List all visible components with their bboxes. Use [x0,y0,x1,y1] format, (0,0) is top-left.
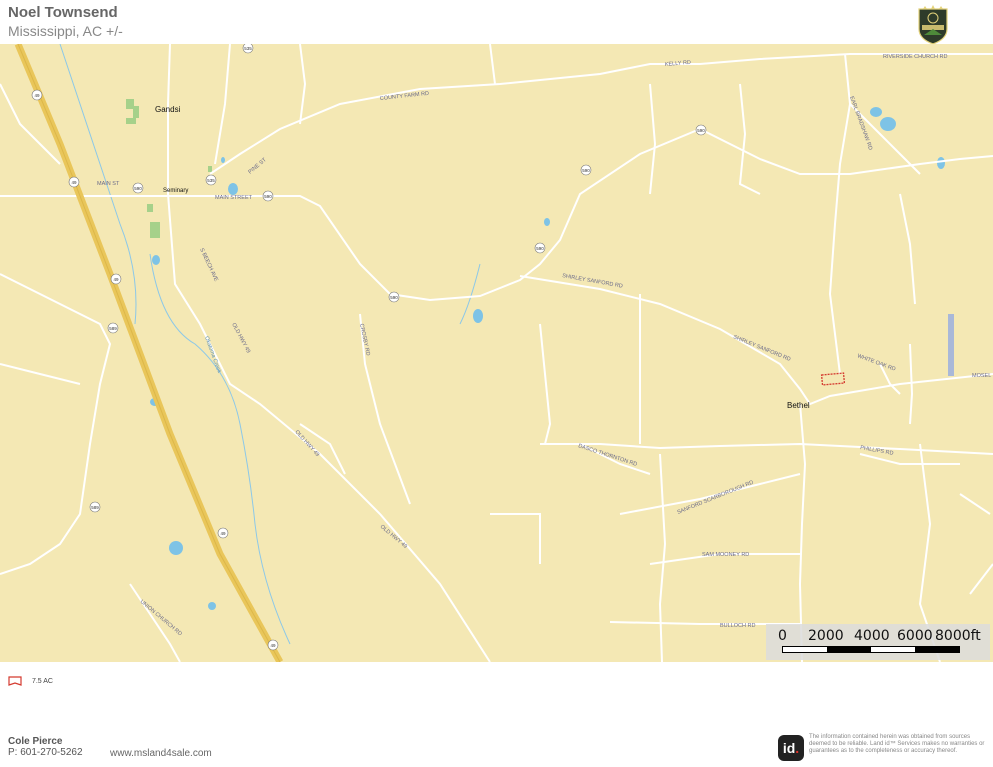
land-id-logo: id. [778,735,804,761]
road-label: WHITE OAK RD [856,353,896,372]
ms590-shield: 590 [132,182,144,194]
water-bodies [150,107,954,610]
svg-text:590: 590 [264,194,272,199]
parcel-boundary[interactable] [820,372,846,386]
road-label: MAIN STREET [215,195,253,201]
ms590-shield: 590 [534,242,546,254]
scale-bar: 0 2000 4000 6000 8000ft [766,624,990,660]
map-svg: 49 49 49 49 49 535 535 590 590 590 590 5… [0,44,993,662]
svg-text:589: 589 [91,505,99,510]
svg-text:590: 590 [134,186,142,191]
scale-segment [915,647,959,652]
website-link[interactable]: www.msland4sale.com [110,748,212,759]
svg-text:590: 590 [390,295,398,300]
ms590-shield: 590 [388,291,400,303]
us49-shield: 49 [31,89,43,101]
road-labels: COUNTY FARM RD MAIN ST MAIN STREET PINE … [97,54,948,637]
svg-text:49: 49 [71,180,77,185]
road-label: S BEECH AVE [198,247,219,282]
agent-phone: P: 601-270-5262 [8,747,83,758]
tree-shield-icon [918,5,948,45]
svg-text:590: 590 [536,246,544,251]
page-title: Noel Townsend [8,4,118,21]
place-label: Seminary [163,188,188,194]
place-label: Gandsi [155,105,181,114]
us49-shield: 49 [110,273,122,285]
scale-track [782,646,960,653]
map-canvas[interactable]: 49 49 49 49 49 535 535 590 590 590 590 5… [0,44,993,662]
land-id-logo-text: id [782,740,796,756]
streams [59,44,481,645]
page-subtitle: Mississippi, AC +/- [8,23,123,39]
svg-text:590: 590 [697,128,705,133]
scale-label: 0 [778,628,787,644]
svg-text:49: 49 [220,531,226,536]
agent-info: Cole Pierce P: 601-270-5262 [8,736,83,758]
svg-text:589: 589 [109,326,117,331]
place-labels: Gandsi Seminary Bethel MOSEL [155,105,991,410]
place-label: Bethel [787,401,810,410]
svg-text:535: 535 [207,178,215,183]
scale-label: 8000ft [935,628,981,644]
us49-shield: 49 [68,176,80,188]
road-label: KELLY RD [665,60,692,68]
scale-segment [827,647,871,652]
ms535-shield: 535 [242,44,254,54]
pearltree-logo [915,3,951,45]
ms535-shield: 535 [205,174,217,186]
scale-label: 4000 [854,628,890,644]
place-label: MOSEL [972,373,991,379]
road-label: RIVERSIDE CHURCH RD [883,54,948,60]
map-header: Noel Townsend Mississippi, AC +/- [8,4,123,40]
road-label: CROSBY RD [358,323,371,356]
agent-name: Cole Pierce [8,736,63,747]
parcel-outline-icon [8,676,22,686]
ms590-shield: 590 [695,124,707,136]
ms589-shield: 589 [89,501,101,513]
disclaimer: The information contained herein was obt… [809,734,985,754]
svg-text:535: 535 [244,46,252,51]
scale-label: 6000 [897,628,933,644]
ms590-shield: 590 [262,190,274,202]
svg-text:49: 49 [113,277,119,282]
svg-text:49: 49 [34,93,40,98]
legend: 7.5 AC [8,676,53,686]
us49-shield: 49 [217,527,229,539]
road-label: BULLOCH RD [720,623,755,629]
road-label: SHIRLEY SANFORD RD [732,334,791,363]
local-roads [0,44,993,662]
road-label: OLD HWY 49 [230,322,251,354]
us49-shield: 49 [267,639,279,651]
road-label: MAIN ST [97,181,120,187]
svg-text:49: 49 [270,643,276,648]
road-label: COUNTY FARM RD [380,91,430,102]
road-label: PINE ST [247,157,268,176]
scale-label: 2000 [808,628,844,644]
road-label: SANFORD SCARBOROUGH RD [677,480,755,516]
ms589-shield: 589 [107,322,119,334]
legend-label: 7.5 AC [31,677,53,685]
svg-text:590: 590 [582,168,590,173]
road-label: OLD HWY 49 [379,524,408,550]
road-label: SAM MOONEY RD [702,552,749,558]
ms590-shield: 590 [580,164,592,176]
